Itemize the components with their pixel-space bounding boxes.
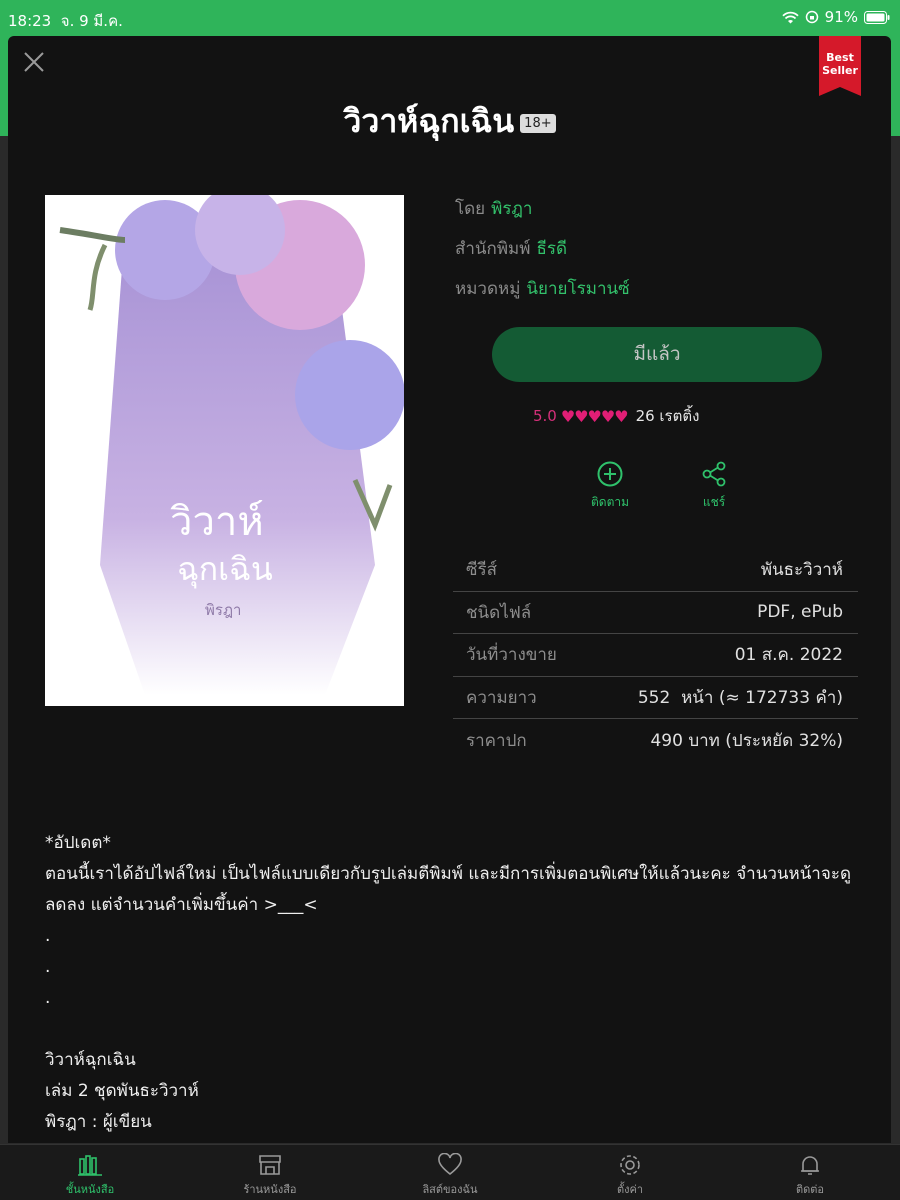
battery-icon <box>864 10 890 24</box>
series-link[interactable]: พันธะวิวาห์ <box>761 556 843 583</box>
description-line: . <box>45 988 51 1008</box>
share-button[interactable]: แชร์ <box>679 461 749 512</box>
close-icon[interactable] <box>22 50 46 74</box>
book-title-row: วิวาห์ฉุกเฉิน 18+ <box>8 96 891 147</box>
description-line: . <box>45 926 51 946</box>
store-icon <box>259 1155 281 1175</box>
status-right: 91% <box>782 8 890 26</box>
description-line: *อัปเดต* <box>45 833 111 853</box>
info-row-filetype: ชนิดไฟล์ PDF, ePub <box>453 592 858 634</box>
gear-icon <box>620 1155 640 1175</box>
svg-text:พิรฎา: พิรฎา <box>205 601 241 619</box>
bottom-tab-bar: ชั้นหนังสือ ร้านหนังสือ ลิสต์ของฉัน ตั้ง… <box>0 1144 900 1200</box>
age-rating-badge: 18+ <box>520 113 556 133</box>
book-info-table: ซีรีส์ พันธะวิวาห์ ชนิดไฟล์ PDF, ePub วันท… <box>453 549 858 762</box>
publisher-link[interactable]: ธีรดี <box>536 239 567 259</box>
wifi-icon <box>782 11 799 23</box>
info-row-series: ซีรีส์ พันธะวิวาห์ <box>453 549 858 592</box>
owned-button[interactable]: มีแล้ว <box>492 327 822 382</box>
description-line: ลดลง แต่จำนวนคำเพิ่มขึ้นค่า >___< <box>45 895 318 915</box>
tab-my-list[interactable]: ลิสต์ของฉัน <box>360 1145 540 1200</box>
rating-count: 26 เรตติ้ง <box>635 407 700 425</box>
svg-text:วิวาห์: วิวาห์ <box>170 499 264 545</box>
book-detail-modal: Best Seller วิวาห์ฉุกเฉิน 18+ วิวาห์ ฉุก… <box>8 36 891 1143</box>
author-link[interactable]: พิรฎา <box>491 199 532 219</box>
rotation-lock-icon <box>805 10 818 24</box>
bell-icon <box>801 1156 819 1175</box>
rating-score: 5.0 <box>533 407 557 425</box>
best-seller-ribbon: Best Seller <box>819 36 861 96</box>
meta-category: หมวดหมู่ นิยายโรมานซ์ <box>455 279 630 299</box>
status-time: 18:23 จ. 9 มี.ค. <box>8 12 123 30</box>
info-row-price: ราคาปก 490 บาท (ประหยัด 32%) <box>466 730 843 751</box>
meta-author: โดย พิรฎา <box>455 199 533 219</box>
battery-percent: 91% <box>824 8 858 26</box>
tab-contact[interactable]: ติดต่อ <box>720 1145 900 1200</box>
tab-bookshelf[interactable]: ชั้นหนังสือ <box>0 1145 180 1200</box>
meta-publisher: สำนักพิมพ์ ธีรดี <box>455 239 568 259</box>
add-circle-icon <box>597 461 623 487</box>
description-line: วิวาห์ฉุกเฉิน <box>45 1050 136 1070</box>
status-bar: 18:23 จ. 9 มี.ค. 91% <box>0 0 900 36</box>
category-link[interactable]: นิยายโรมานซ์ <box>526 279 629 299</box>
heart-icon <box>438 1153 462 1176</box>
bookshelf-icon <box>78 1155 102 1176</box>
book-title: วิวาห์ฉุกเฉิน <box>343 102 515 140</box>
description-line: . <box>45 957 51 977</box>
book-cover[interactable]: วิวาห์ ฉุกเฉิน พิรฎา <box>45 195 404 706</box>
info-row-length: ความยาว 552 หน้า (≈ 172733 คำ) <box>453 677 858 719</box>
cover-art: วิวาห์ ฉุกเฉิน พิรฎา <box>45 195 404 706</box>
tab-bookstore[interactable]: ร้านหนังสือ <box>180 1145 360 1200</box>
rating-row[interactable]: 5.0 ♥♥♥♥♥ 26 เรตติ้ง <box>533 404 699 428</box>
info-row-release-date: วันที่วางขาย 01 ส.ค. 2022 <box>453 634 858 677</box>
svg-text:ฉุกเฉิน: ฉุกเฉิน <box>177 550 273 589</box>
tab-settings[interactable]: ตั้งค่า <box>540 1145 720 1200</box>
follow-button[interactable]: ติดตาม <box>575 461 645 512</box>
book-description: *อัปเดต* ตอนนี้เราได้อัปไฟล์ใหม่ เป็นไฟล… <box>45 828 865 1138</box>
description-line: ตอนนี้เราได้อัปไฟล์ใหม่ เป็นไฟล์แบบเดียว… <box>45 864 851 884</box>
book-meta: โดย พิรฎา สำนักพิมพ์ ธีรดี หมวดหมู่ นิยายโร… <box>455 196 630 316</box>
description-line: เล่ม 2 ชุดพันธะวิวาห์ <box>45 1081 199 1101</box>
rating-hearts-icon: ♥♥♥♥♥ <box>560 406 629 426</box>
share-icon <box>702 461 726 487</box>
description-line <box>45 1014 865 1045</box>
description-line: พิรฎา : ผู้เขียน <box>45 1112 152 1132</box>
